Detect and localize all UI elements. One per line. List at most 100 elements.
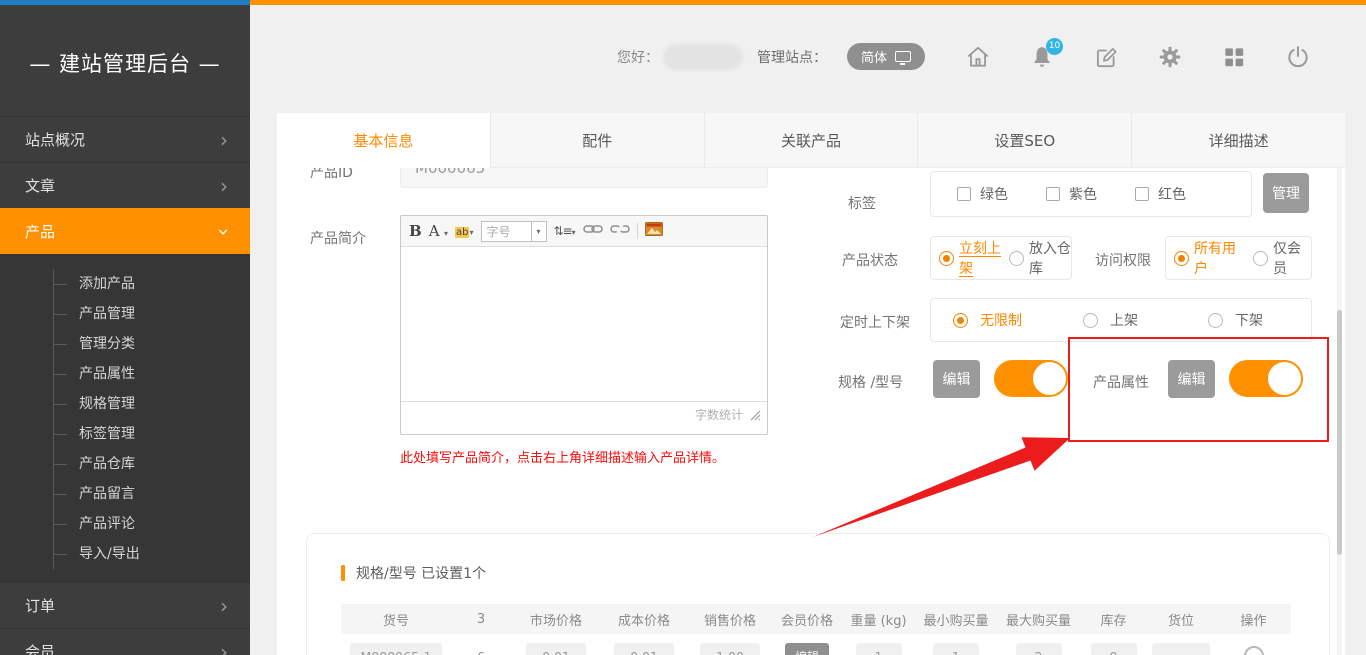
cost-price-field[interactable]: 0.01 [614,643,674,655]
edit-icon[interactable] [1093,44,1119,70]
tab-seo-settings[interactable]: 设置SEO [918,113,1132,167]
submenu-item-product-attributes[interactable]: 产品属性 [54,359,250,389]
access-option-members-only[interactable]: 仅会员 [1253,238,1311,278]
submenu-item-tag-management[interactable]: 标签管理 [54,419,250,449]
sidebar-item-members[interactable]: 会员 › [0,628,250,655]
submenu-item-category-management[interactable]: 管理分类 [54,329,250,359]
radio-selected-icon[interactable] [1174,251,1189,266]
bold-button[interactable]: B [409,222,422,240]
radio-icon[interactable] [1253,251,1268,266]
checkbox-icon[interactable] [1135,187,1149,201]
language-switch-button[interactable]: 简体 [847,43,925,70]
schedule-option-on-shelf[interactable]: 上架 [1083,310,1208,330]
spec-toggle-on[interactable] [994,360,1068,397]
spec-edit-button[interactable]: 编辑 [933,360,980,398]
schedule-option-off-shelf[interactable]: 下架 [1208,310,1263,330]
submenu-item-add-product[interactable]: 添加产品 [54,269,250,299]
location-field[interactable] [1152,643,1210,655]
notifications-bell-icon[interactable]: 10 [1029,44,1055,70]
insert-image-icon[interactable] [645,222,663,240]
line-height-button[interactable]: ⇅≡▾ [554,223,576,239]
tag-option-green[interactable]: 绿色 [957,184,1008,204]
tab-related-products[interactable]: 关联产品 [705,113,919,167]
spec-table-row: M000065-1 6 0.01 0.01 1.00 编辑 1 1 2 0 [341,642,1291,655]
radio-icon[interactable] [1208,313,1223,328]
schedule-label: 定时上下架 [840,312,910,332]
access-option-all-users[interactable]: 所有用户 [1174,238,1245,278]
radio-icon[interactable] [1009,251,1024,266]
highlight-button[interactable]: ab▾ [455,223,474,239]
font-color-glyph: A [429,222,440,240]
radio-icon[interactable] [1083,313,1098,328]
member-price-edit-button[interactable]: 编辑 [785,643,829,655]
home-icon[interactable] [965,44,991,70]
access-label: 访问权限 [1095,250,1151,270]
submenu-item-product-reviews[interactable]: 产品评论 [54,509,250,539]
language-label: 简体 [861,47,887,66]
tab-label: 基本信息 [353,130,413,151]
spec-model-label: 规格 /型号 [838,372,903,392]
sidebar-top-accent [0,0,250,5]
sku-field[interactable]: M000065-1 [350,643,442,655]
tab-detailed-description[interactable]: 详细描述 [1132,113,1345,167]
tags-label: 标签 [848,193,876,213]
sidebar-item-articles[interactable]: 文章 › [0,162,250,208]
chevron-right-icon: › [220,596,228,616]
tag-option-red[interactable]: 红色 [1135,184,1186,204]
tab-accessories[interactable]: 配件 [491,113,705,167]
manage-site-label: 管理站点： [757,47,827,67]
chevron-right-icon: › [220,130,228,150]
submenu-item-product-warehouse[interactable]: 产品仓库 [54,449,250,479]
caret-down-icon: ▾ [572,228,576,237]
resize-handle-icon[interactable] [749,409,761,421]
sidebar-item-label: 会员 [25,641,55,655]
col-2: 3 [451,612,511,627]
highlight-glyph: ab [455,227,469,238]
status-option-on-sale[interactable]: 立刻上架 [939,238,1001,278]
delete-row-icon[interactable] [1244,646,1264,655]
checkbox-icon[interactable] [957,187,971,201]
editor-text-area[interactable] [401,247,767,401]
scrollbar-thumb[interactable] [1337,310,1342,555]
section-accent-bar [341,565,345,581]
sidebar-item-site-overview[interactable]: 站点概况 › [0,116,250,162]
sale-price-field[interactable]: 1.00 [700,643,760,655]
notification-count-badge: 10 [1046,38,1063,55]
status-option-warehouse[interactable]: 放入仓库 [1009,238,1071,278]
tag-option-purple[interactable]: 紫色 [1046,184,1097,204]
chevron-right-icon: › [220,642,228,655]
remove-link-icon[interactable] [610,222,630,240]
sidebar-item-orders[interactable]: 订单 › [0,582,250,628]
tab-basic-info[interactable]: 基本信息 [277,113,491,168]
logout-power-icon[interactable] [1285,44,1311,70]
sidebar-item-products[interactable]: 产品 › [0,208,250,254]
radio-label: 无限制 [980,310,1022,330]
insert-link-icon[interactable] [583,223,603,239]
submenu-item-product-management[interactable]: 产品管理 [54,299,250,329]
submenu-item-spec-management[interactable]: 规格管理 [54,389,250,419]
schedule-option-unlimited[interactable]: 无限制 [953,310,1083,330]
submenu-item-product-messages[interactable]: 产品留言 [54,479,250,509]
min-qty-field[interactable]: 1 [933,643,979,655]
editor-toolbar: B A ▾ ab▾ 字号▾ ⇅≡▾ [401,216,767,247]
tag-option-label: 红色 [1158,184,1186,204]
weight-field[interactable]: 1 [856,643,902,655]
max-qty-field[interactable]: 2 [1016,643,1062,655]
col-member-price: 会员价格 [773,610,841,629]
col-weight: 重量 (kg) [841,610,916,629]
apps-grid-icon[interactable] [1221,44,1247,70]
manage-tags-button[interactable]: 管理 [1263,173,1309,213]
sidebar-item-label: 站点概况 [25,129,85,150]
font-color-button[interactable]: A ▾ [429,222,448,240]
settings-gear-icon[interactable] [1157,44,1183,70]
font-size-select[interactable]: 字号▾ [481,221,547,242]
tab-label: 关联产品 [781,130,841,151]
market-price-field[interactable]: 0.01 [526,643,586,655]
radio-selected-icon[interactable] [953,313,968,328]
radio-label: 上架 [1110,310,1138,330]
checkbox-icon[interactable] [1046,187,1060,201]
radio-selected-icon[interactable] [939,251,954,266]
stock-field[interactable]: 0 [1091,643,1137,655]
submenu-item-import-export[interactable]: 导入/导出 [54,539,250,569]
rich-text-editor: B A ▾ ab▾ 字号▾ ⇅≡▾ 字数统计 [400,215,768,435]
